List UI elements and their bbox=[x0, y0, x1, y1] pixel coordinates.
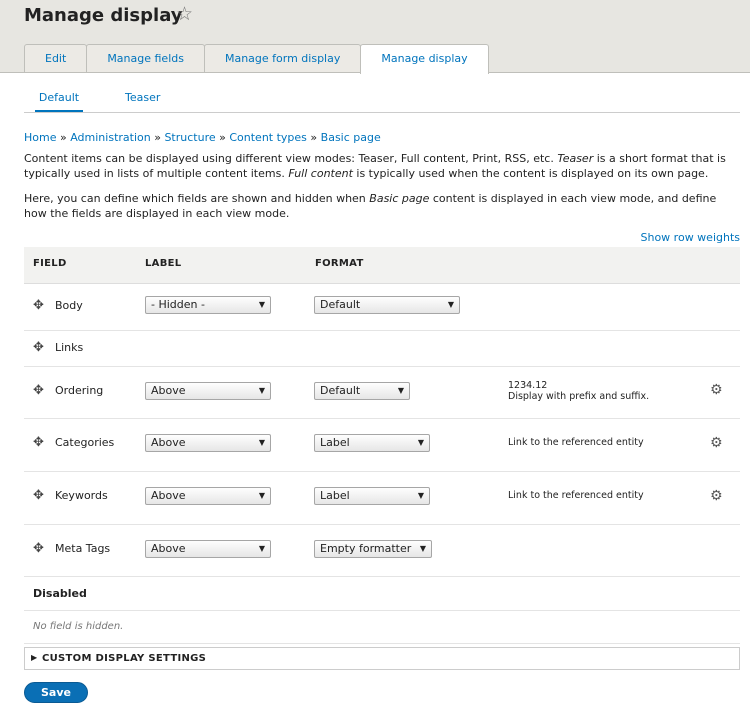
breadcrumb-structure[interactable]: Structure bbox=[164, 131, 215, 144]
breadcrumb-content-types[interactable]: Content types bbox=[229, 131, 307, 144]
drag-handle-icon[interactable]: ✥ bbox=[33, 298, 44, 313]
table-row: ✥ Meta Tags Above ▼ Empty formatter ▼ bbox=[24, 525, 740, 577]
header-label: LABEL bbox=[145, 258, 182, 269]
format-select[interactable]: Label ▼ bbox=[314, 434, 430, 452]
save-button[interactable]: Save bbox=[24, 682, 88, 703]
drag-handle-icon[interactable]: ✥ bbox=[33, 488, 44, 503]
formatter-summary: Link to the referenced entity bbox=[508, 490, 644, 501]
label-select[interactable]: Above ▼ bbox=[145, 382, 271, 400]
tab-manage-form-display[interactable]: Manage form display bbox=[203, 44, 362, 72]
dropdown-arrow-icon: ▼ bbox=[447, 300, 454, 309]
dropdown-arrow-icon: ▼ bbox=[417, 491, 424, 500]
drag-handle-icon[interactable]: ✥ bbox=[33, 435, 44, 450]
show-row-weights-link[interactable]: Show row weights bbox=[641, 231, 741, 244]
header-format: FORMAT bbox=[315, 258, 364, 269]
drag-handle-icon[interactable]: ✥ bbox=[33, 340, 44, 355]
dropdown-arrow-icon: ▼ bbox=[258, 544, 265, 553]
disabled-empty-message: No field is hidden. bbox=[33, 621, 124, 632]
table-row: ✥ Keywords Above ▼ Label ▼ Link to the ref… bbox=[24, 472, 740, 525]
star-icon[interactable]: ☆ bbox=[176, 3, 193, 25]
header-field: FIELD bbox=[33, 258, 67, 269]
dropdown-arrow-icon: ▼ bbox=[397, 386, 404, 395]
label-select[interactable]: - Hidden - ▼ bbox=[145, 296, 271, 314]
tab-edit[interactable]: Edit bbox=[24, 44, 88, 72]
custom-display-settings-label: CUSTOM DISPLAY SETTINGS bbox=[42, 653, 207, 664]
breadcrumb-administration[interactable]: Administration bbox=[70, 131, 151, 144]
dropdown-arrow-icon: ▼ bbox=[258, 491, 265, 500]
drag-handle-icon[interactable]: ✥ bbox=[33, 383, 44, 398]
formatter-summary: Link to the referenced entity bbox=[508, 437, 644, 448]
table-row: ✥ Ordering Above ▼ Default ▼ 1234.12 Displa… bbox=[24, 367, 740, 419]
table-row: ✥ Categories Above ▼ Label ▼ Link to the r… bbox=[24, 419, 740, 472]
dropdown-arrow-icon: ▼ bbox=[258, 386, 265, 395]
format-select[interactable]: Label ▼ bbox=[314, 487, 430, 505]
field-name: Ordering bbox=[55, 384, 104, 397]
label-select[interactable]: Above ▼ bbox=[145, 540, 271, 558]
disabled-region-row: Disabled bbox=[24, 577, 740, 611]
label-select[interactable]: Above ▼ bbox=[145, 434, 271, 452]
gear-icon[interactable]: ⚙ bbox=[710, 435, 723, 451]
table-row: ✥ Body - Hidden - ▼ Default ▼ bbox=[24, 284, 740, 331]
subtab-default[interactable]: Default bbox=[35, 88, 83, 112]
dropdown-arrow-icon: ▼ bbox=[258, 300, 265, 309]
triangle-right-icon: ▶ bbox=[31, 653, 38, 662]
field-name: Keywords bbox=[55, 489, 108, 502]
label-select[interactable]: Above ▼ bbox=[145, 487, 271, 505]
formatter-summary: 1234.12 Display with prefix and suffix. bbox=[508, 380, 650, 402]
table-header: FIELD LABEL FORMAT bbox=[24, 247, 740, 284]
gear-icon[interactable]: ⚙ bbox=[710, 488, 723, 504]
breadcrumb-home[interactable]: Home bbox=[24, 131, 56, 144]
page-header: Manage display ☆ Edit Manage fields Mana… bbox=[0, 0, 750, 74]
drag-handle-icon[interactable]: ✥ bbox=[33, 541, 44, 556]
secondary-tabs: Default Teaser bbox=[24, 88, 740, 113]
breadcrumb-separator: » bbox=[310, 131, 318, 144]
dropdown-arrow-icon: ▼ bbox=[417, 438, 424, 447]
page-title: Manage display bbox=[24, 5, 183, 26]
breadcrumb-basic-page[interactable]: Basic page bbox=[321, 131, 381, 144]
breadcrumb-separator: » bbox=[59, 131, 67, 144]
field-name: Links bbox=[55, 341, 84, 354]
description-fields: Here, you can define which fields are sh… bbox=[24, 192, 717, 220]
format-select[interactable]: Empty formatter ▼ bbox=[314, 540, 432, 558]
format-select[interactable]: Default ▼ bbox=[314, 296, 460, 314]
tab-manage-display[interactable]: Manage display bbox=[360, 44, 489, 74]
gear-icon[interactable]: ⚙ bbox=[710, 382, 723, 398]
disabled-empty-row: No field is hidden. bbox=[24, 611, 740, 644]
disabled-title: Disabled bbox=[33, 587, 87, 600]
breadcrumb-separator: » bbox=[154, 131, 161, 144]
subtab-teaser[interactable]: Teaser bbox=[125, 88, 160, 110]
field-name: Meta Tags bbox=[55, 542, 111, 555]
dropdown-arrow-icon: ▼ bbox=[419, 544, 426, 553]
dropdown-arrow-icon: ▼ bbox=[258, 438, 265, 447]
tab-manage-fields[interactable]: Manage fields bbox=[86, 44, 205, 72]
format-select[interactable]: Default ▼ bbox=[314, 382, 410, 400]
description-view-modes: Content items can be displayed using dif… bbox=[24, 152, 726, 180]
primary-tabs: Edit Manage fields Manage form display M… bbox=[24, 44, 489, 74]
breadcrumb-separator: » bbox=[219, 131, 226, 144]
custom-display-settings[interactable]: ▶ CUSTOM DISPLAY SETTINGS bbox=[24, 647, 740, 670]
breadcrumb: Home » Administration » Structure » Cont… bbox=[24, 131, 381, 144]
field-name: Categories bbox=[55, 436, 115, 449]
field-name: Body bbox=[55, 299, 83, 312]
fields-table: FIELD LABEL FORMAT ✥ Body - Hidden - ▼ De… bbox=[24, 247, 740, 644]
table-row: ✥ Links bbox=[24, 331, 740, 367]
